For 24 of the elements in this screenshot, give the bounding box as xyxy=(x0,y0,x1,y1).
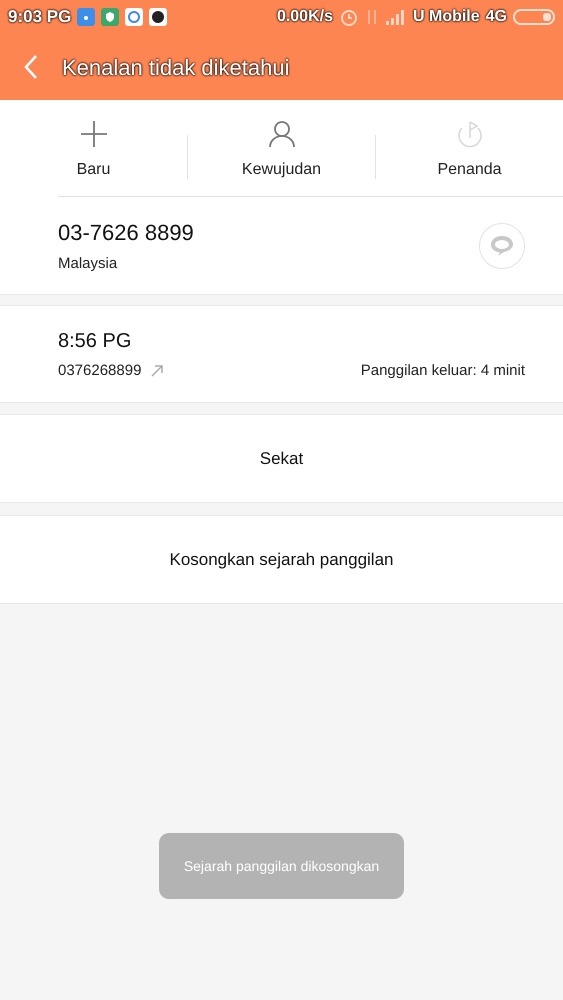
alarm-icon xyxy=(338,7,359,27)
call-number: 0376268899 xyxy=(58,360,142,381)
window-title: Kenalan tidak diketahui xyxy=(62,54,290,82)
call-time: 8:56 PG xyxy=(58,328,132,354)
phone-number: 03-7626 8899 xyxy=(58,218,195,247)
list-button[interactable]: Sekat xyxy=(0,415,563,502)
carrier-name: U Mobile xyxy=(412,7,480,27)
outgoing-arrow-icon xyxy=(151,365,164,377)
chat-bubble-icon xyxy=(489,234,515,258)
network-type: 4G xyxy=(486,7,507,27)
shield-icon xyxy=(101,8,120,26)
message-button[interactable] xyxy=(479,222,525,268)
action-button[interactable]: Kewujudan xyxy=(188,114,375,182)
signal-icon xyxy=(384,9,407,25)
app-icon xyxy=(125,8,144,26)
country-label: Malaysia xyxy=(58,254,118,274)
battery-icon xyxy=(513,8,555,26)
call-detail: Panggilan keluar: 4 minit xyxy=(360,360,525,381)
list-button[interactable]: Kosongkan sejarah panggilan xyxy=(0,516,563,603)
action-button[interactable]: Baru xyxy=(0,114,187,182)
network-speed: 0.00K/s xyxy=(276,7,333,27)
toast-message: Sejarah panggilan dikosongkan xyxy=(159,833,404,899)
status-time: 9:03 PG xyxy=(8,6,72,28)
app-icon xyxy=(149,8,168,26)
